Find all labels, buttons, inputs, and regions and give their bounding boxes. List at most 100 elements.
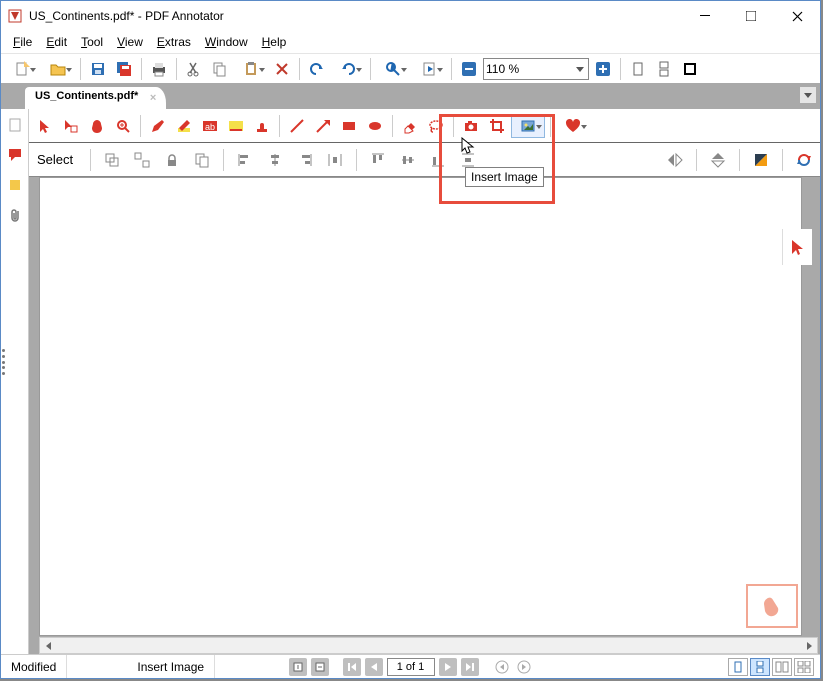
align-top-button[interactable] (366, 148, 390, 172)
menu-file[interactable]: File (7, 33, 38, 51)
new-button[interactable] (5, 57, 39, 81)
text-highlight-tool[interactable] (224, 114, 248, 138)
undo-button[interactable] (305, 57, 329, 81)
rail-page-icon[interactable] (3, 113, 27, 137)
menu-edit[interactable]: Edit (40, 33, 73, 51)
single-page-button[interactable] (626, 57, 650, 81)
flip-h-button[interactable] (663, 148, 687, 172)
lasso-tool[interactable] (424, 114, 448, 138)
scroll-right-icon[interactable] (800, 638, 817, 653)
save-all-button[interactable] (112, 57, 136, 81)
delete-button[interactable] (270, 57, 294, 81)
snapshot-tool[interactable] (459, 114, 483, 138)
svg-text:ab: ab (205, 122, 215, 132)
view-two-cont-button[interactable] (794, 658, 814, 676)
pan-tool[interactable] (85, 114, 109, 138)
color-swatch-button[interactable] (749, 148, 773, 172)
maximize-button[interactable] (728, 1, 774, 31)
ungroup-button[interactable] (130, 148, 154, 172)
close-button[interactable] (774, 1, 820, 31)
zoom-out-button[interactable] (457, 57, 481, 81)
align-center-button[interactable] (263, 148, 287, 172)
rectangle-tool[interactable] (337, 114, 361, 138)
scroll-track[interactable] (57, 638, 800, 653)
dist-h-button[interactable] (323, 148, 347, 172)
pen-tool[interactable] (146, 114, 170, 138)
open-button[interactable] (41, 57, 75, 81)
zoom-select[interactable]: 110 % (483, 58, 589, 80)
align-left-button[interactable] (233, 148, 257, 172)
document-tab[interactable]: US_Continents.pdf* × (25, 87, 166, 109)
group-button[interactable] (100, 148, 124, 172)
nav-prev-button[interactable] (365, 658, 383, 676)
paste-button[interactable] (234, 57, 268, 81)
tab-close-icon[interactable]: × (150, 92, 156, 104)
crop-tool[interactable] (485, 114, 509, 138)
redo-button[interactable] (331, 57, 365, 81)
nav-first-button[interactable] (343, 658, 361, 676)
nav-insert-after-icon[interactable] (311, 658, 329, 676)
menu-extras[interactable]: Extras (151, 33, 197, 51)
left-rail (1, 109, 29, 654)
view-mode-buttons (728, 658, 814, 676)
copy-button[interactable] (208, 57, 232, 81)
cut-button[interactable] (182, 57, 206, 81)
menu-window[interactable]: Window (199, 33, 254, 51)
touch-mode-badge[interactable] (746, 584, 798, 628)
marker-tool[interactable] (172, 114, 196, 138)
view-single-button[interactable] (728, 658, 748, 676)
page-viewport[interactable] (29, 177, 820, 654)
menu-view[interactable]: View (111, 33, 149, 51)
page-number-input[interactable] (387, 658, 435, 676)
zoom-value: 110 % (486, 62, 519, 76)
scroll-left-icon[interactable] (40, 638, 57, 653)
text-tool[interactable]: ab (198, 114, 222, 138)
align-right-button[interactable] (293, 148, 317, 172)
sync-button[interactable] (792, 148, 816, 172)
flip-v-button[interactable] (706, 148, 730, 172)
arrow-tool[interactable] (311, 114, 335, 138)
insert-image-tool[interactable] (511, 114, 545, 138)
goto-button[interactable] (412, 57, 446, 81)
fullscreen-button[interactable] (678, 57, 702, 81)
stamp-tool[interactable] (250, 114, 274, 138)
rail-attachments-icon[interactable] (3, 203, 27, 227)
pointer-tool[interactable] (33, 114, 57, 138)
horizontal-scrollbar[interactable] (39, 637, 818, 654)
nav-insert-before-icon[interactable] (289, 658, 307, 676)
eraser-tool[interactable] (398, 114, 422, 138)
menu-help[interactable]: Help (256, 33, 293, 51)
align-middle-button[interactable] (396, 148, 420, 172)
tab-label: US_Continents.pdf* (35, 90, 138, 102)
zoom-tool[interactable] (111, 114, 135, 138)
search-button[interactable] (376, 57, 410, 81)
line-tool[interactable] (285, 114, 309, 138)
view-two-page-button[interactable] (772, 658, 792, 676)
save-button[interactable] (86, 57, 110, 81)
rail-resize-handle[interactable] (1, 349, 6, 375)
ellipse-tool[interactable] (363, 114, 387, 138)
nav-back-button[interactable] (493, 658, 511, 676)
minimize-button[interactable] (682, 1, 728, 31)
select-annotation-tool[interactable] (59, 114, 83, 138)
view-continuous-button[interactable] (750, 658, 770, 676)
rail-annotations-icon[interactable] (3, 143, 27, 167)
tab-overflow-button[interactable] (800, 87, 816, 103)
rail-bookmarks-icon[interactable] (3, 173, 27, 197)
continuous-page-button[interactable] (652, 57, 676, 81)
lock-button[interactable] (160, 148, 184, 172)
nav-next-button[interactable] (439, 658, 457, 676)
page-canvas[interactable] (39, 177, 802, 636)
main-toolbar: 110 % (1, 53, 820, 83)
print-button[interactable] (147, 57, 171, 81)
status-tool: Insert Image (127, 655, 215, 678)
nav-forward-button[interactable] (515, 658, 533, 676)
zoom-in-button[interactable] (591, 57, 615, 81)
app-logo-icon (7, 8, 23, 24)
align-bottom-button[interactable] (426, 148, 450, 172)
nav-last-button[interactable] (461, 658, 479, 676)
status-bar: Modified Insert Image (1, 654, 820, 678)
favorites-tool[interactable] (556, 114, 590, 138)
menu-tool[interactable]: Tool (75, 33, 109, 51)
dup-button[interactable] (190, 148, 214, 172)
